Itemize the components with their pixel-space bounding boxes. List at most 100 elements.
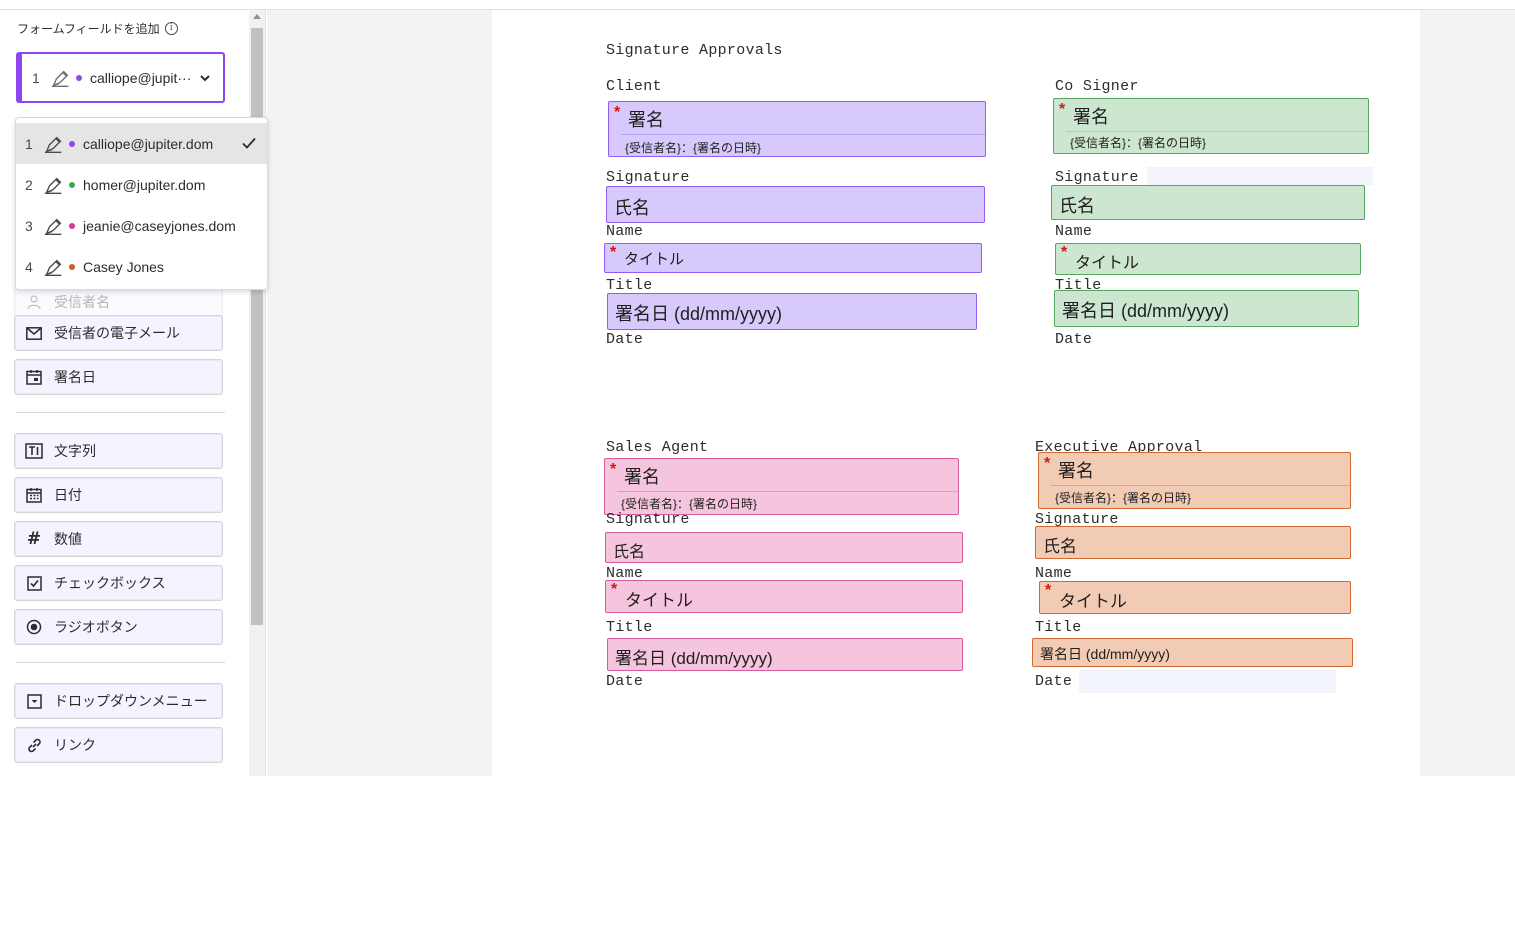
recipient-select[interactable]: 1 calliope@jupit··· — [16, 52, 225, 103]
pen-icon — [44, 136, 62, 153]
label-title: Title — [1035, 619, 1082, 636]
client-signature-field[interactable]: * 署名 {受信者名}：{署名の日時} — [608, 101, 986, 157]
field-text: 署名日 (dd/mm/yyyy) — [1040, 646, 1170, 662]
pen-icon — [44, 259, 62, 276]
field-date-button[interactable]: 日付 — [14, 477, 223, 513]
recipient-color-dot — [69, 181, 75, 188]
calendar-icon — [25, 486, 43, 504]
sales-title-field[interactable]: * タイトル — [605, 580, 963, 613]
recipient-option-3[interactable]: 3 jeanie@caseyjones.dom — [16, 205, 267, 246]
field-separator — [621, 134, 985, 135]
calendar-signature-icon — [25, 368, 43, 386]
empty-field-placeholder — [1079, 670, 1336, 693]
field-text: 署名 — [624, 467, 660, 487]
field-checkbox-button[interactable]: チェックボックス — [14, 565, 223, 601]
sales-date-field[interactable]: 署名日 (dd/mm/yyyy) — [607, 638, 963, 671]
field-subtext: {受信者名}：{署名の日時} — [625, 141, 762, 155]
field-label: ラジオボタン — [54, 619, 138, 635]
recipient-option-1[interactable]: 1 calliope@jupiter.dom — [16, 123, 267, 164]
sales-name-field[interactable]: 氏名 — [605, 532, 963, 563]
label-signature: Signature — [606, 169, 690, 186]
field-label: ドロップダウンメニュー — [54, 693, 208, 709]
divider — [16, 662, 225, 663]
selected-recipient-label: calliope@jupit··· — [90, 69, 192, 86]
field-text: 署名日 (dd/mm/yyyy) — [615, 649, 773, 668]
field-dropdown-button[interactable]: ドロップダウンメニュー — [14, 683, 223, 719]
executive-date-field[interactable]: 署名日 (dd/mm/yyyy) — [1032, 638, 1353, 667]
document-page: Signature Approvals Client * 署名 {受信者名}：{… — [492, 10, 1420, 776]
recipient-email: Casey Jones — [83, 258, 164, 275]
dropdown-icon — [25, 692, 43, 710]
field-label: 受信者の電子メール — [54, 325, 180, 341]
label-name: Name — [1035, 565, 1073, 582]
field-text: 署名日 (dd/mm/yyyy) — [615, 304, 783, 324]
pen-icon — [51, 70, 69, 87]
recipient-email: jeanie@caseyjones.dom — [83, 217, 236, 234]
app-window: フォームフィールドを追加 i 1 calliope@jupit··· 受信者名 … — [0, 0, 1515, 938]
pen-icon — [44, 177, 62, 194]
field-separator — [617, 491, 958, 492]
field-text: 署名 — [628, 110, 664, 130]
recipient-option-4[interactable]: 4 Casey Jones — [16, 246, 267, 287]
executive-title-field[interactable]: * タイトル — [1039, 581, 1351, 614]
field-separator — [1066, 131, 1368, 132]
divider — [16, 412, 225, 413]
panel-title: フォームフィールドを追加 i — [17, 20, 178, 37]
field-number-button[interactable]: # 数値 — [14, 521, 223, 557]
label-date: Date — [606, 331, 644, 348]
executive-name-field[interactable]: 氏名 — [1035, 526, 1351, 559]
recipient-number: 4 — [25, 258, 33, 275]
block-heading-client: Client — [606, 78, 662, 95]
checkbox-icon — [25, 574, 43, 592]
label-title: Title — [606, 277, 653, 294]
label-signature: Signature — [606, 511, 690, 528]
label-title: Title — [606, 619, 653, 636]
field-label: チェックボックス — [54, 575, 166, 591]
link-icon — [25, 736, 43, 754]
required-marker: * — [610, 461, 617, 478]
field-label: 数値 — [54, 531, 82, 547]
field-text: 氏名 — [613, 544, 646, 561]
required-marker: * — [1044, 455, 1051, 472]
executive-signature-field[interactable]: * 署名 {受信者名}：{署名の日時} — [1038, 452, 1351, 509]
field-text: 署名 — [1058, 461, 1094, 481]
required-marker: * — [1045, 582, 1052, 599]
selected-recipient-number: 1 — [32, 69, 40, 86]
field-link-button[interactable]: リンク — [14, 727, 223, 763]
label-name: Name — [606, 223, 644, 240]
field-text: 氏名 — [1059, 196, 1095, 216]
client-date-field[interactable]: 署名日 (dd/mm/yyyy) — [607, 293, 977, 330]
recipient-number: 2 — [25, 176, 33, 193]
scroll-up-arrow-icon[interactable] — [253, 14, 261, 19]
label-date: Date — [1055, 331, 1093, 348]
cosigner-title-field[interactable]: * タイトル — [1055, 243, 1361, 275]
recipient-option-2[interactable]: 2 homer@jupiter.dom — [16, 164, 267, 205]
field-text-button[interactable]: 文字列 — [14, 433, 223, 469]
cosigner-signature-field[interactable]: * 署名 {受信者名}：{署名の日時} — [1053, 98, 1369, 154]
field-text: タイトル — [1059, 592, 1127, 611]
field-radio-button[interactable]: ラジオボタン — [14, 609, 223, 645]
field-label: 受信者名 — [54, 294, 110, 310]
field-text: 署名 — [1073, 107, 1109, 127]
client-title-field[interactable]: * タイトル — [604, 243, 982, 273]
cosigner-date-field[interactable]: 署名日 (dd/mm/yyyy) — [1054, 290, 1359, 327]
recipient-email: homer@jupiter.dom — [83, 176, 206, 193]
field-subtext: {受信者名}：{署名の日時} — [1070, 136, 1207, 150]
field-signature-date-button[interactable]: 署名日 — [14, 359, 223, 395]
recipient-color-dot — [69, 263, 75, 270]
recipient-email: calliope@jupiter.dom — [83, 135, 214, 152]
field-subtext: {受信者名}：{署名の日時} — [621, 497, 758, 511]
cosigner-name-field[interactable]: 氏名 — [1051, 185, 1365, 220]
field-text: タイトル — [625, 591, 693, 610]
field-label: 署名日 — [54, 369, 96, 385]
recipient-dropdown-menu: 1 calliope@jupiter.dom 2 homer@jupiter.d… — [15, 117, 268, 290]
empty-field-placeholder — [1147, 167, 1373, 185]
sales-signature-field[interactable]: * 署名 {受信者名}：{署名の日時} — [604, 458, 959, 515]
client-name-field[interactable]: 氏名 — [606, 186, 985, 223]
label-signature: Signature — [1055, 169, 1139, 186]
checkmark-icon — [242, 137, 256, 149]
recipient-color-dot — [69, 140, 75, 147]
recipient-color-dot — [69, 222, 75, 229]
field-recipient-email-button[interactable]: 受信者の電子メール — [14, 315, 223, 351]
info-icon[interactable]: i — [164, 22, 178, 35]
